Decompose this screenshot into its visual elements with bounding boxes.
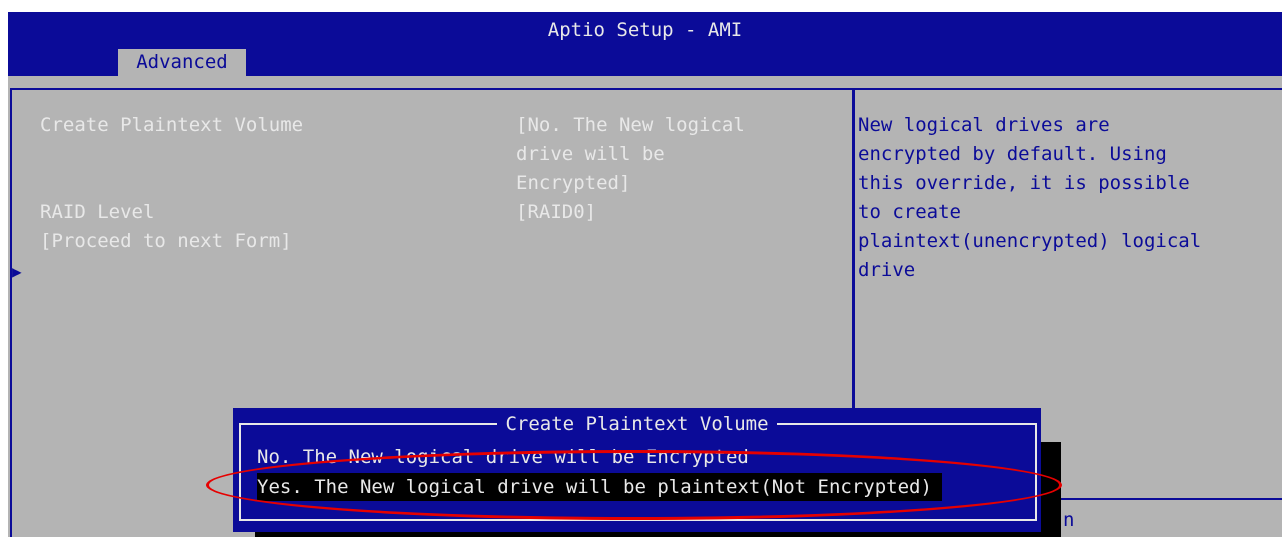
setting-label-raid-level[interactable]: RAID Level xyxy=(40,198,154,227)
help-line-4: to create xyxy=(858,201,961,223)
setting-value-line-1[interactable]: [No. The New logical xyxy=(516,111,745,140)
help-line-6: drive xyxy=(858,259,916,281)
help-divider xyxy=(1036,498,1282,500)
setting-value-raid-level[interactable]: [RAID0] xyxy=(516,198,596,227)
bios-screen: Aptio Setup - AMI Advanced Create Plaint… xyxy=(8,12,1282,537)
app-title: Aptio Setup - AMI xyxy=(547,19,743,41)
setting-value-line-3: Encrypted] xyxy=(516,172,631,194)
help-line-5: plaintext(unencrypted) logical xyxy=(858,230,1202,252)
submenu-proceed-next-form[interactable]: [Proceed to next Form] xyxy=(40,227,292,256)
triangle-right-icon: ▶ xyxy=(12,262,22,281)
tab-advanced[interactable]: Advanced xyxy=(118,49,246,76)
setting-label-create-plaintext-volume[interactable]: Create Plaintext Volume xyxy=(40,111,303,140)
help-line-1: New logical drives are xyxy=(858,114,1110,136)
help-partial-text: n xyxy=(1063,509,1075,531)
help-line-2: encrypted by default. Using xyxy=(858,143,1167,165)
header-bar: Aptio Setup - AMI Advanced xyxy=(8,12,1282,76)
setting-value-line-2: drive will be xyxy=(516,143,665,165)
help-line-3: this override, it is possible xyxy=(858,172,1190,194)
dialog-title-text: Create Plaintext Volume xyxy=(497,413,777,435)
dialog-title: Create Plaintext Volume xyxy=(233,410,1041,439)
red-annotation-ellipse xyxy=(206,450,1062,520)
